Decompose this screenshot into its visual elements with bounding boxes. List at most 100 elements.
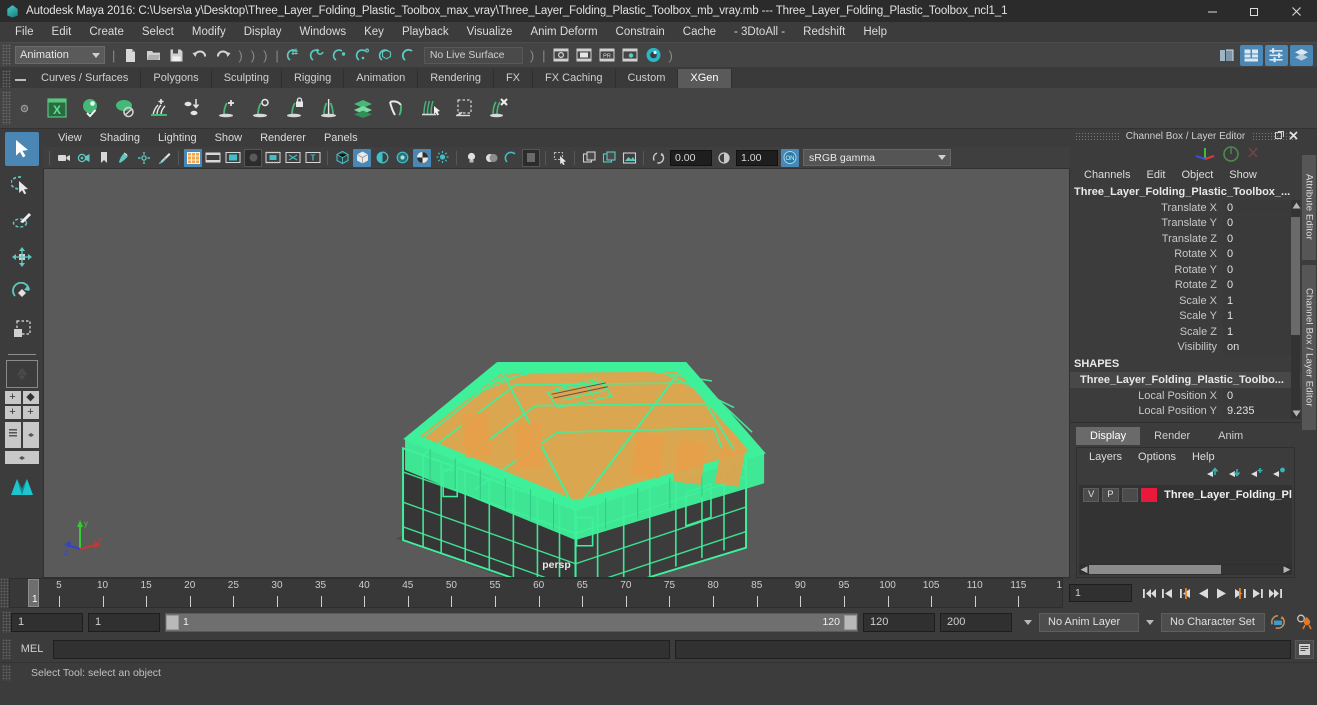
redshift-render-icon[interactable] [642,45,665,66]
cb-menu-show[interactable]: Show [1221,168,1265,182]
xgen-clump-modifier-icon[interactable] [245,91,277,125]
undock-icon[interactable] [1274,130,1285,141]
two-d-pan-zoom-icon[interactable] [135,149,153,167]
step-back-keyframe-icon[interactable] [1159,584,1176,603]
paint-select-tool-icon[interactable] [5,204,39,238]
side-tab-channel-box[interactable]: Channel Box / Layer Editor [1302,265,1316,430]
grease-pencil-icon[interactable] [155,149,173,167]
channel-value[interactable]: 0 [1223,215,1301,231]
cb-menu-object[interactable]: Object [1173,168,1221,182]
restore-icon[interactable] [1233,0,1275,22]
snap-to-projected-center-icon[interactable] [352,45,375,66]
viewport-menu-panels[interactable]: Panels [315,131,367,145]
viewport-menu-renderer[interactable]: Renderer [251,131,315,145]
anim-layer-selector[interactable]: No Anim Layer [1039,612,1139,632]
go-to-start-icon[interactable] [1141,584,1158,603]
menu-create[interactable]: Create [80,24,133,40]
anim-start-time-field[interactable]: 1 [11,612,83,632]
minimize-icon[interactable] [1191,0,1233,22]
auto-keyframe-icon[interactable] [1265,613,1291,632]
shade-selected-icon[interactable] [373,149,391,167]
mel-label[interactable]: MEL [11,643,53,655]
snap-to-curve-icon[interactable] [306,45,329,66]
color-management-selector[interactable]: sRGB gamma [803,149,951,166]
character-set-selector[interactable]: No Character Set [1161,612,1265,632]
shelf-tab-custom[interactable]: Custom [615,69,679,88]
go-to-end-icon[interactable] [1267,584,1284,603]
paste-view-icon[interactable] [600,149,618,167]
make-live-icon[interactable] [398,45,421,66]
layer-menu-options[interactable]: Options [1130,450,1184,464]
current-frame-field[interactable]: 1 [1069,584,1132,602]
channel-row[interactable]: Translate X 0 [1070,200,1301,216]
viewport-menu-view[interactable]: View [49,131,91,145]
menu-windows[interactable]: Windows [290,24,355,40]
layer-playback-toggle[interactable]: P [1102,487,1119,502]
image-plane-icon[interactable] [115,149,133,167]
bookmark-icon[interactable] [95,149,113,167]
snap-to-view-plane-icon[interactable] [375,45,398,66]
range-right-handle[interactable] [844,614,857,630]
xgen-editor-icon[interactable]: X [41,91,73,125]
shelf-tab-polygons[interactable]: Polygons [141,69,212,88]
animation-preferences-icon[interactable] [1291,613,1317,632]
channel-value[interactable]: 0 [1223,231,1301,247]
isolate-select-icon[interactable] [551,149,569,167]
layer-color-swatch[interactable] [1140,487,1158,502]
play-forwards-icon[interactable] [1213,584,1230,603]
menu-anim-deform[interactable]: Anim Deform [521,24,606,40]
channel-box-scrollbar[interactable] [1291,200,1300,419]
play-backwards-icon[interactable] [1195,584,1212,603]
redo-icon[interactable] [211,45,234,66]
channel-row[interactable]: Rotate Y 0 [1070,262,1301,278]
menu-display[interactable]: Display [235,24,291,40]
persp-graph-layout-icon[interactable] [4,451,39,464]
xgen-lock-icon[interactable] [279,91,311,125]
xgen-disable-preview-icon[interactable] [109,91,141,125]
xgen-select-guides-icon[interactable] [415,91,447,125]
default-lighting-icon[interactable] [433,149,451,167]
channel-row[interactable]: Scale Y 1 [1070,308,1301,325]
move-tool-icon[interactable] [5,240,39,274]
range-left-handle[interactable] [166,614,179,630]
ambient-occlusion-icon[interactable] [502,149,520,167]
menu-cache[interactable]: Cache [674,24,725,40]
channel-row[interactable]: Translate Z 0 [1070,231,1301,247]
viewport-menu-lighting[interactable]: Lighting [149,131,206,145]
channel-value[interactable]: 1 [1223,308,1301,324]
menu-file[interactable]: File [6,24,43,40]
timeslider-grip[interactable] [0,578,9,608]
shelf-tab-xgen[interactable]: XGen [678,69,732,88]
cb-menu-channels[interactable]: Channels [1076,168,1138,182]
channel-value[interactable]: 0 [1223,262,1301,278]
mel-command-input[interactable] [53,639,670,659]
channel-value[interactable]: 1 [1223,324,1301,340]
smooth-shade-all-icon[interactable] [353,148,371,167]
exposure-field[interactable]: 0.00 [670,149,712,166]
move-layer-down-icon[interactable] [1227,466,1242,482]
channel-row[interactable]: Local Position Y 9.235 [1070,403,1301,420]
single-perspective-layout-icon[interactable] [5,360,38,388]
xgen-add-density-icon[interactable] [211,91,243,125]
undo-icon[interactable] [188,45,211,66]
xgen-region-icon[interactable] [449,91,481,125]
layer-list[interactable]: V P Three_Layer_Folding_Pla [1079,485,1292,564]
save-scene-icon[interactable] [165,45,188,66]
scroll-down-icon[interactable] [1291,408,1301,419]
gear-icon[interactable] [11,89,37,127]
xgen-part-icon[interactable] [313,91,345,125]
shelf-tab-rigging[interactable]: Rigging [281,69,345,88]
shelf-grip[interactable] [2,70,11,88]
viewport-menu-shading[interactable]: Shading [91,131,149,145]
menu-select[interactable]: Select [133,24,183,40]
mel-output-field[interactable] [674,639,1291,659]
channel-row[interactable]: Rotate X 0 [1070,246,1301,263]
shape-node-name[interactable]: Three_Layer_Folding_Plastic_Toolbo... [1070,372,1301,388]
render-view-icon[interactable] [550,45,573,66]
chevron-down-icon[interactable] [1024,619,1032,625]
attribute-editor-icon[interactable] [1240,45,1263,66]
wireframe-shading-icon[interactable] [333,149,351,167]
shelf-icons-grip[interactable] [2,91,11,125]
tab-anim[interactable]: Anim [1204,427,1257,445]
select-tool-icon[interactable] [4,132,39,166]
